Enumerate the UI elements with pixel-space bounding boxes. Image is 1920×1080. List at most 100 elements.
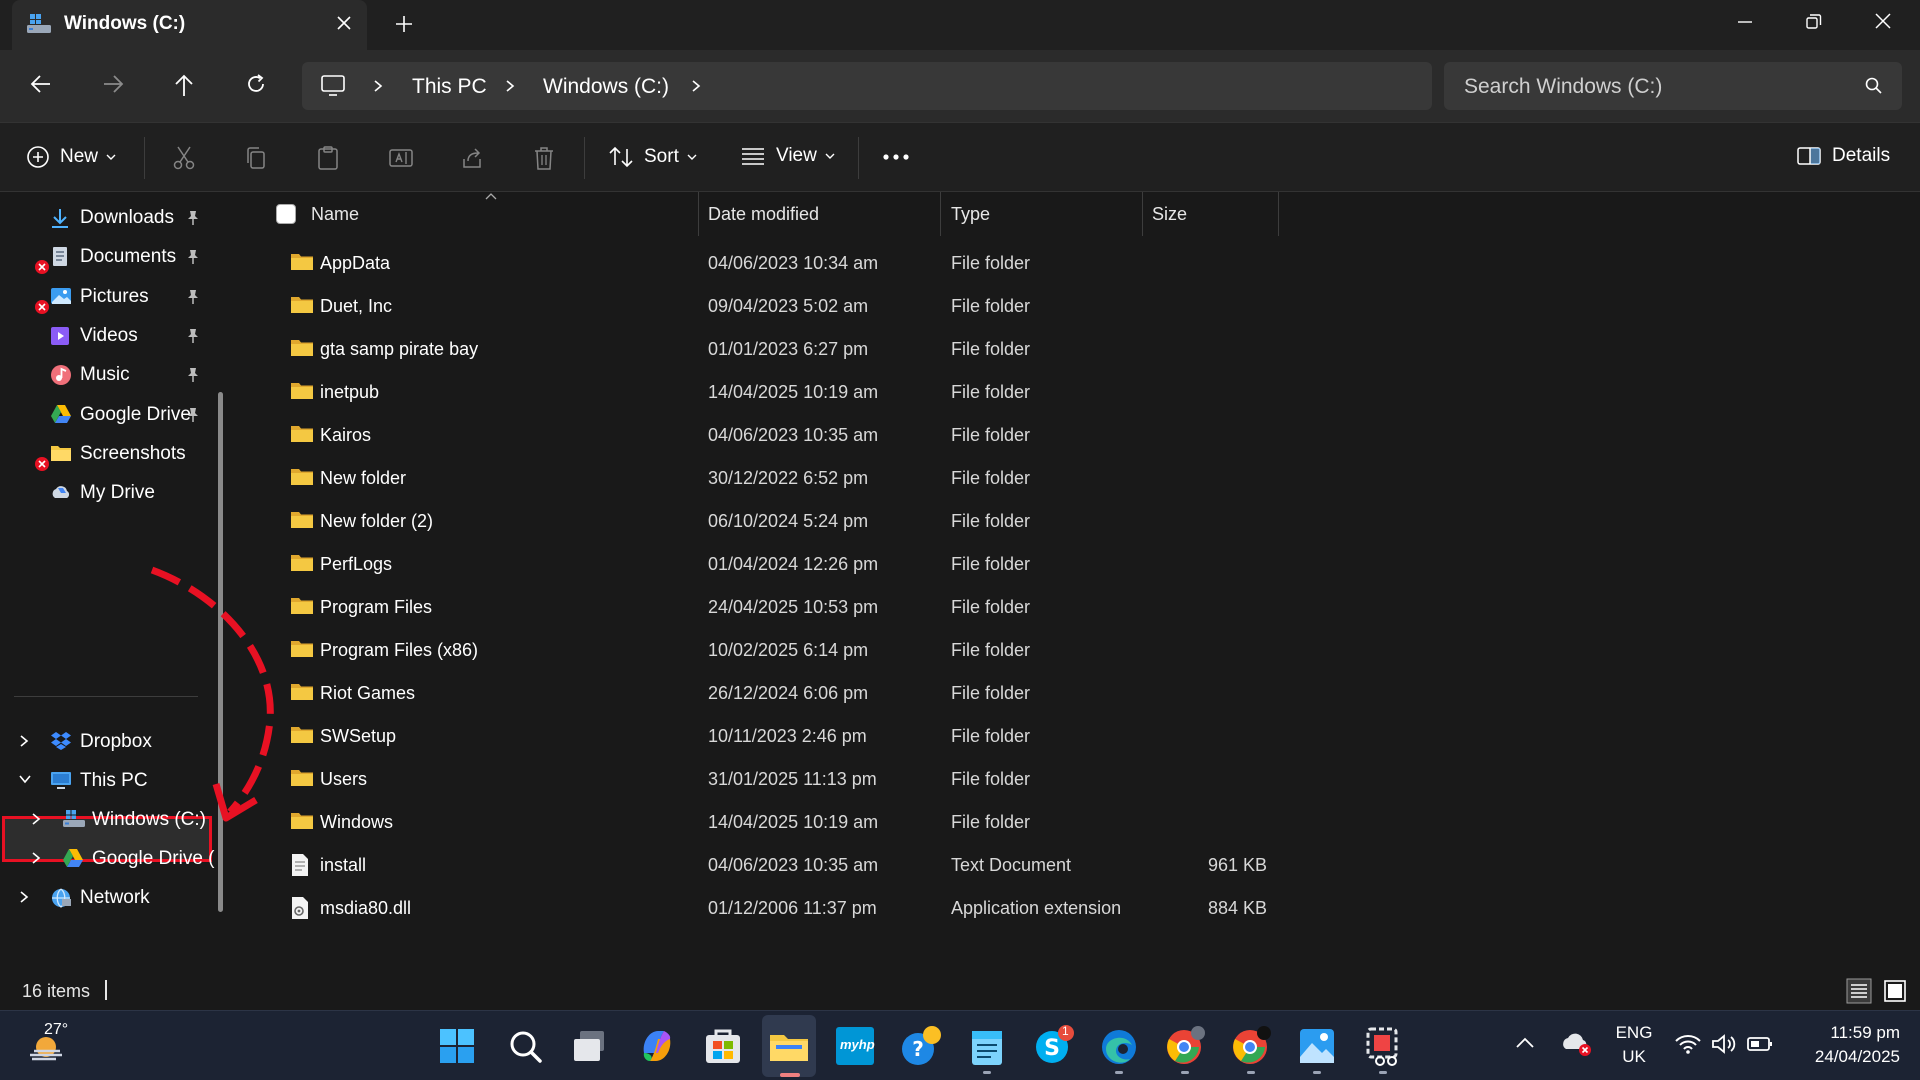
store-icon[interactable]: [700, 1023, 746, 1069]
chevron-down-icon[interactable]: [18, 773, 32, 785]
file-name[interactable]: AppData: [320, 253, 390, 274]
file-name[interactable]: New folder: [320, 468, 406, 489]
forward-button[interactable]: [100, 72, 126, 96]
file-row[interactable]: inetpub 14/04/2025 10:19 am File folder: [236, 371, 1920, 414]
column-divider[interactable]: [698, 192, 699, 236]
edge-icon[interactable]: [1096, 1023, 1142, 1069]
column-size[interactable]: Size: [1152, 204, 1187, 225]
sort-button[interactable]: Sort: [608, 145, 697, 169]
photos-icon[interactable]: [1294, 1023, 1340, 1069]
file-explorer-icon[interactable]: [766, 1023, 812, 1069]
file-row[interactable]: Windows 14/04/2025 10:19 am File folder: [236, 801, 1920, 844]
file-name[interactable]: Program Files: [320, 597, 432, 618]
tree-item-network[interactable]: Network: [0, 878, 220, 918]
chevron-right-icon[interactable]: [18, 734, 30, 748]
tree-item-google-drive[interactable]: Google Drive (: [0, 839, 220, 879]
sidebar-item-music[interactable]: Music: [0, 355, 220, 395]
column-name[interactable]: Name: [311, 204, 359, 225]
tab-windows-c[interactable]: Windows (C:): [12, 0, 367, 50]
pin-icon[interactable]: [186, 210, 200, 226]
chevron-right-icon[interactable]: [30, 851, 42, 865]
tips-icon[interactable]: ?: [898, 1023, 944, 1069]
column-type[interactable]: Type: [951, 204, 990, 225]
file-row[interactable]: Program Files 24/04/2025 10:53 pm File fol…: [236, 586, 1920, 629]
file-name[interactable]: Program Files (x86): [320, 640, 478, 661]
file-row[interactable]: Users 31/01/2025 11:13 pm File folder: [236, 758, 1920, 801]
sidebar-item-screenshots[interactable]: Screenshots: [0, 434, 220, 474]
file-name[interactable]: Users: [320, 769, 367, 790]
chevron-right-icon[interactable]: [504, 79, 516, 93]
refresh-button[interactable]: [244, 72, 268, 96]
address-bar[interactable]: This PC Windows (C:): [302, 62, 1432, 110]
search-input[interactable]: Search Windows (C:): [1464, 75, 1662, 99]
file-row[interactable]: gta samp pirate bay 01/01/2023 6:27 pm Fil…: [236, 328, 1920, 371]
sidebar-item-documents[interactable]: Documents: [0, 237, 220, 277]
file-name[interactable]: Kairos: [320, 425, 371, 446]
file-name[interactable]: SWSetup: [320, 726, 396, 747]
chrome-profile-icon[interactable]: [1228, 1023, 1274, 1069]
chevron-right-icon[interactable]: [372, 79, 384, 93]
skype-icon[interactable]: S 1: [1030, 1023, 1076, 1069]
chrome-icon[interactable]: [1162, 1023, 1208, 1069]
delete-button[interactable]: [532, 145, 556, 171]
start-icon[interactable]: [434, 1023, 480, 1069]
up-button[interactable]: [172, 72, 196, 98]
pin-icon[interactable]: [186, 367, 200, 383]
file-row[interactable]: Kairos 04/06/2023 10:35 am File folder: [236, 414, 1920, 457]
back-button[interactable]: [28, 72, 54, 96]
file-name[interactable]: gta samp pirate bay: [320, 339, 478, 360]
sidebar-item-google-drive[interactable]: Google Drive: [0, 395, 220, 435]
file-name[interactable]: Duet, Inc: [320, 296, 392, 317]
sidebar-item-downloads[interactable]: Downloads: [0, 198, 220, 238]
file-row[interactable]: New folder (2) 06/10/2024 5:24 pm File fol…: [236, 500, 1920, 543]
details-pane-button[interactable]: Details: [1796, 145, 1890, 167]
file-row[interactable]: install 04/06/2023 10:35 am Text Document 9…: [236, 844, 1920, 887]
file-row[interactable]: msdia80.dll 01/12/2006 11:37 pm Applicatio…: [236, 887, 1920, 930]
view-button[interactable]: View: [740, 145, 835, 167]
language-indicator[interactable]: ENG: [1612, 1023, 1656, 1043]
copy-button[interactable]: [244, 145, 268, 171]
new-tab-button[interactable]: [394, 14, 414, 34]
file-name[interactable]: PerfLogs: [320, 554, 392, 575]
file-row[interactable]: Program Files (x86) 10/02/2025 6:14 pm Fil…: [236, 629, 1920, 672]
breadcrumb-windows-c[interactable]: Windows (C:): [543, 75, 669, 99]
chevron-right-icon[interactable]: [18, 890, 30, 904]
rename-button[interactable]: [388, 145, 414, 171]
file-row[interactable]: Duet, Inc 09/04/2023 5:02 am File folder: [236, 285, 1920, 328]
column-divider[interactable]: [940, 192, 941, 236]
restore-button[interactable]: [1800, 12, 1826, 32]
file-name[interactable]: install: [320, 855, 366, 876]
wifi-icon[interactable]: [1674, 1033, 1702, 1055]
sidebar-item-pictures[interactable]: Pictures: [0, 277, 220, 317]
minimize-button[interactable]: [1732, 12, 1758, 32]
battery-icon[interactable]: [1746, 1034, 1774, 1054]
close-tab-icon[interactable]: [336, 15, 352, 31]
clock-date[interactable]: 24/04/2025: [1790, 1047, 1900, 1067]
share-button[interactable]: [460, 145, 486, 171]
select-all-checkbox[interactable]: [276, 204, 296, 224]
column-divider[interactable]: [1278, 192, 1279, 236]
file-row[interactable]: PerfLogs 01/04/2024 12:26 pm File folder: [236, 543, 1920, 586]
clock-time[interactable]: 11:59 pm: [1790, 1023, 1900, 1043]
snipping-tool-icon[interactable]: [1360, 1023, 1406, 1069]
file-row[interactable]: Riot Games 26/12/2024 6:06 pm File folder: [236, 672, 1920, 715]
column-date-modified[interactable]: Date modified: [708, 204, 819, 225]
file-name[interactable]: Windows: [320, 812, 393, 833]
chevron-right-icon[interactable]: [690, 79, 702, 93]
file-name[interactable]: inetpub: [320, 382, 379, 403]
details-view-toggle[interactable]: [1846, 978, 1872, 1004]
search-box[interactable]: Search Windows (C:): [1444, 62, 1902, 110]
more-options-button[interactable]: [882, 153, 910, 161]
sidebar-item-videos[interactable]: Videos: [0, 316, 220, 356]
new-button[interactable]: New: [26, 145, 116, 169]
myhp-icon[interactable]: myhp: [832, 1023, 878, 1069]
file-row[interactable]: SWSetup 10/11/2023 2:46 pm File folder: [236, 715, 1920, 758]
column-divider[interactable]: [1142, 192, 1143, 236]
volume-icon[interactable]: [1710, 1032, 1738, 1056]
file-name[interactable]: Riot Games: [320, 683, 415, 704]
sidebar-item-my-drive[interactable]: My Drive: [0, 473, 220, 513]
pin-icon[interactable]: [186, 328, 200, 344]
cut-button[interactable]: [172, 145, 196, 171]
show-hidden-icons-icon[interactable]: [1514, 1035, 1536, 1051]
close-window-button[interactable]: [1870, 12, 1896, 32]
